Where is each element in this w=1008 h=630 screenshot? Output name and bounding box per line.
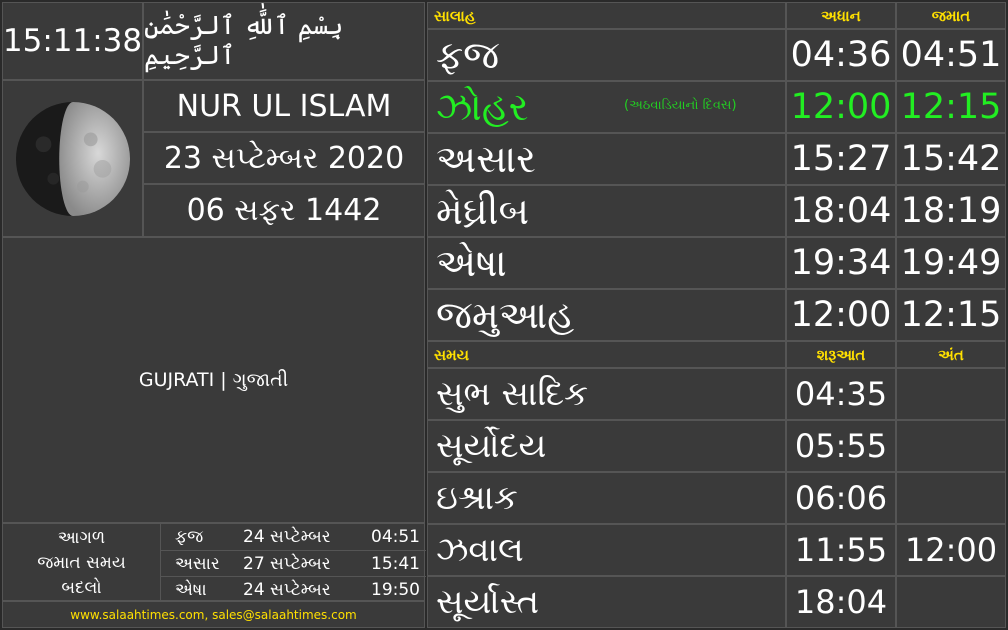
start-time: 04:35 xyxy=(786,368,896,420)
time-row: ઝવાલ 11:55 12:00 xyxy=(427,524,1006,576)
salah-row: એષા 19:34 19:49 xyxy=(427,237,1006,289)
language-label: GUJRATI | ગુજાતી xyxy=(2,237,425,523)
time-row: સુભ સાદિક 04:35 xyxy=(427,368,1006,420)
salah-row: ઝોહર (અઠવાડિયાનો દિવસ) 12:00 12:15 xyxy=(427,81,1006,133)
salah-name-text: અસાર xyxy=(436,136,536,181)
time-row: સૂર્યોદય 05:55 xyxy=(427,420,1006,472)
jamaat-time: 12:15 xyxy=(896,289,1006,341)
jamaat-changes-panel: આગળ જમાત સમય બદલો ફજ 24 સપ્ટેમ્બર 04:51 … xyxy=(2,523,426,603)
salah-name-text: જમુઆહ xyxy=(436,292,575,337)
jamaat-header: જમાત xyxy=(896,2,1006,29)
salah-name: અસાર xyxy=(427,133,786,185)
salah-row: જમુઆહ 12:00 12:15 xyxy=(427,289,1006,341)
moon-phase xyxy=(2,80,143,237)
salah-header: સાલાહ xyxy=(427,2,786,29)
salah-name-text: મેઘ્રીબ xyxy=(436,188,530,233)
change-time: 04:51 xyxy=(371,527,420,547)
change-time: 19:50 xyxy=(371,580,420,600)
change-time: 15:41 xyxy=(371,554,420,574)
end-time xyxy=(896,420,1006,472)
start-time: 05:55 xyxy=(786,420,896,472)
time-name: ઝવાલ xyxy=(427,524,786,576)
change-prayer: ફજ xyxy=(175,527,204,547)
jamaat-time: 19:49 xyxy=(896,237,1006,289)
masjid-name: NUR UL ISLAM xyxy=(143,80,425,132)
end-time xyxy=(896,368,1006,420)
jamaat-changes-label: આગળ જમાત સમય બદલો xyxy=(3,524,161,602)
time-name: સુભ સાદિક xyxy=(427,368,786,420)
adhan-time: 15:27 xyxy=(786,133,896,185)
end-time xyxy=(896,576,1006,628)
salah-name-text: એષા xyxy=(436,240,507,285)
adhan-time: 19:34 xyxy=(786,237,896,289)
start-time: 11:55 xyxy=(786,524,896,576)
footer-contact: www.salaahtimes.com, sales@salaahtimes.c… xyxy=(2,601,425,628)
time-name: સૂર્યાસ્ત xyxy=(427,576,786,628)
start-time: 06:06 xyxy=(786,472,896,524)
salah-name: એષા xyxy=(427,237,786,289)
salah-row: અસાર 15:27 15:42 xyxy=(427,133,1006,185)
salah-name: ફજ xyxy=(427,29,786,81)
jamaat-time: 12:15 xyxy=(896,81,1006,133)
jamaat-time: 04:51 xyxy=(896,29,1006,81)
start-time: 18:04 xyxy=(786,576,896,628)
change-date: 24 સપ્ટેમ્બર xyxy=(243,527,331,547)
time-row: ઇશ્રાક 06:06 xyxy=(427,472,1006,524)
end-time xyxy=(896,472,1006,524)
adhan-time: 12:00 xyxy=(786,289,896,341)
adhan-time: 04:36 xyxy=(786,29,896,81)
time-name: ઇશ્રાક xyxy=(427,472,786,524)
jamaat-change-row: ફજ 24 સપ્ટેમ્બર 04:51 xyxy=(161,524,426,550)
jamaat-time: 18:19 xyxy=(896,185,1006,237)
salah-name-text: ફજ xyxy=(436,32,500,77)
clock: 15:11:38 xyxy=(2,2,143,80)
salah-name: ઝોહર (અઠવાડિયાનો દિવસ) xyxy=(427,81,786,133)
time-row: સૂર્યાસ્ત 18:04 xyxy=(427,576,1006,628)
salah-name: મેઘ્રીબ xyxy=(427,185,786,237)
end-time: 12:00 xyxy=(896,524,1006,576)
gregorian-date: 23 સપ્ટેમ્બર 2020 xyxy=(143,132,425,184)
salah-row: મેઘ્રીબ 18:04 18:19 xyxy=(427,185,1006,237)
times-header: સમય xyxy=(427,341,786,368)
adhan-time: 12:00 xyxy=(786,81,896,133)
change-prayer: એષા xyxy=(175,580,207,600)
change-prayer: અસાર xyxy=(175,554,220,574)
jamaat-change-row: અસાર 27 સપ્ટેમ્બર 15:41 xyxy=(161,550,426,577)
change-date: 27 સપ્ટેમ્બર xyxy=(243,554,331,574)
jamaat-time: 15:42 xyxy=(896,133,1006,185)
salah-name: જમુઆહ xyxy=(427,289,786,341)
salah-name-text: ઝોહર xyxy=(436,84,529,129)
start-header: શરૂઆત xyxy=(786,341,896,368)
time-name: સૂર્યોદય xyxy=(427,420,786,472)
changes-label-line: આગળ xyxy=(57,528,106,549)
salah-row: ફજ 04:36 04:51 xyxy=(427,29,1006,81)
changes-label-line: બદલો xyxy=(61,577,102,598)
salah-note: (અઠવાડિયાનો દિવસ) xyxy=(624,98,737,113)
adhan-time: 18:04 xyxy=(786,185,896,237)
change-date: 24 સપ્ટેમ્બર xyxy=(243,580,331,600)
adhan-header: અધાન xyxy=(786,2,896,29)
bismillah: بِسْمِ ٱللَّٰهِ ٱلرَّحْمَٰنِ ٱلرَّحِيمِ xyxy=(143,2,425,80)
end-header: અંત xyxy=(896,341,1006,368)
changes-label-line: જમાત સમય xyxy=(37,552,126,573)
hijri-date: 06 સફર 1442 xyxy=(143,184,425,237)
moon-phase-icon xyxy=(15,101,130,216)
jamaat-change-row: એષા 24 સપ્ટેમ્બર 19:50 xyxy=(161,576,426,603)
